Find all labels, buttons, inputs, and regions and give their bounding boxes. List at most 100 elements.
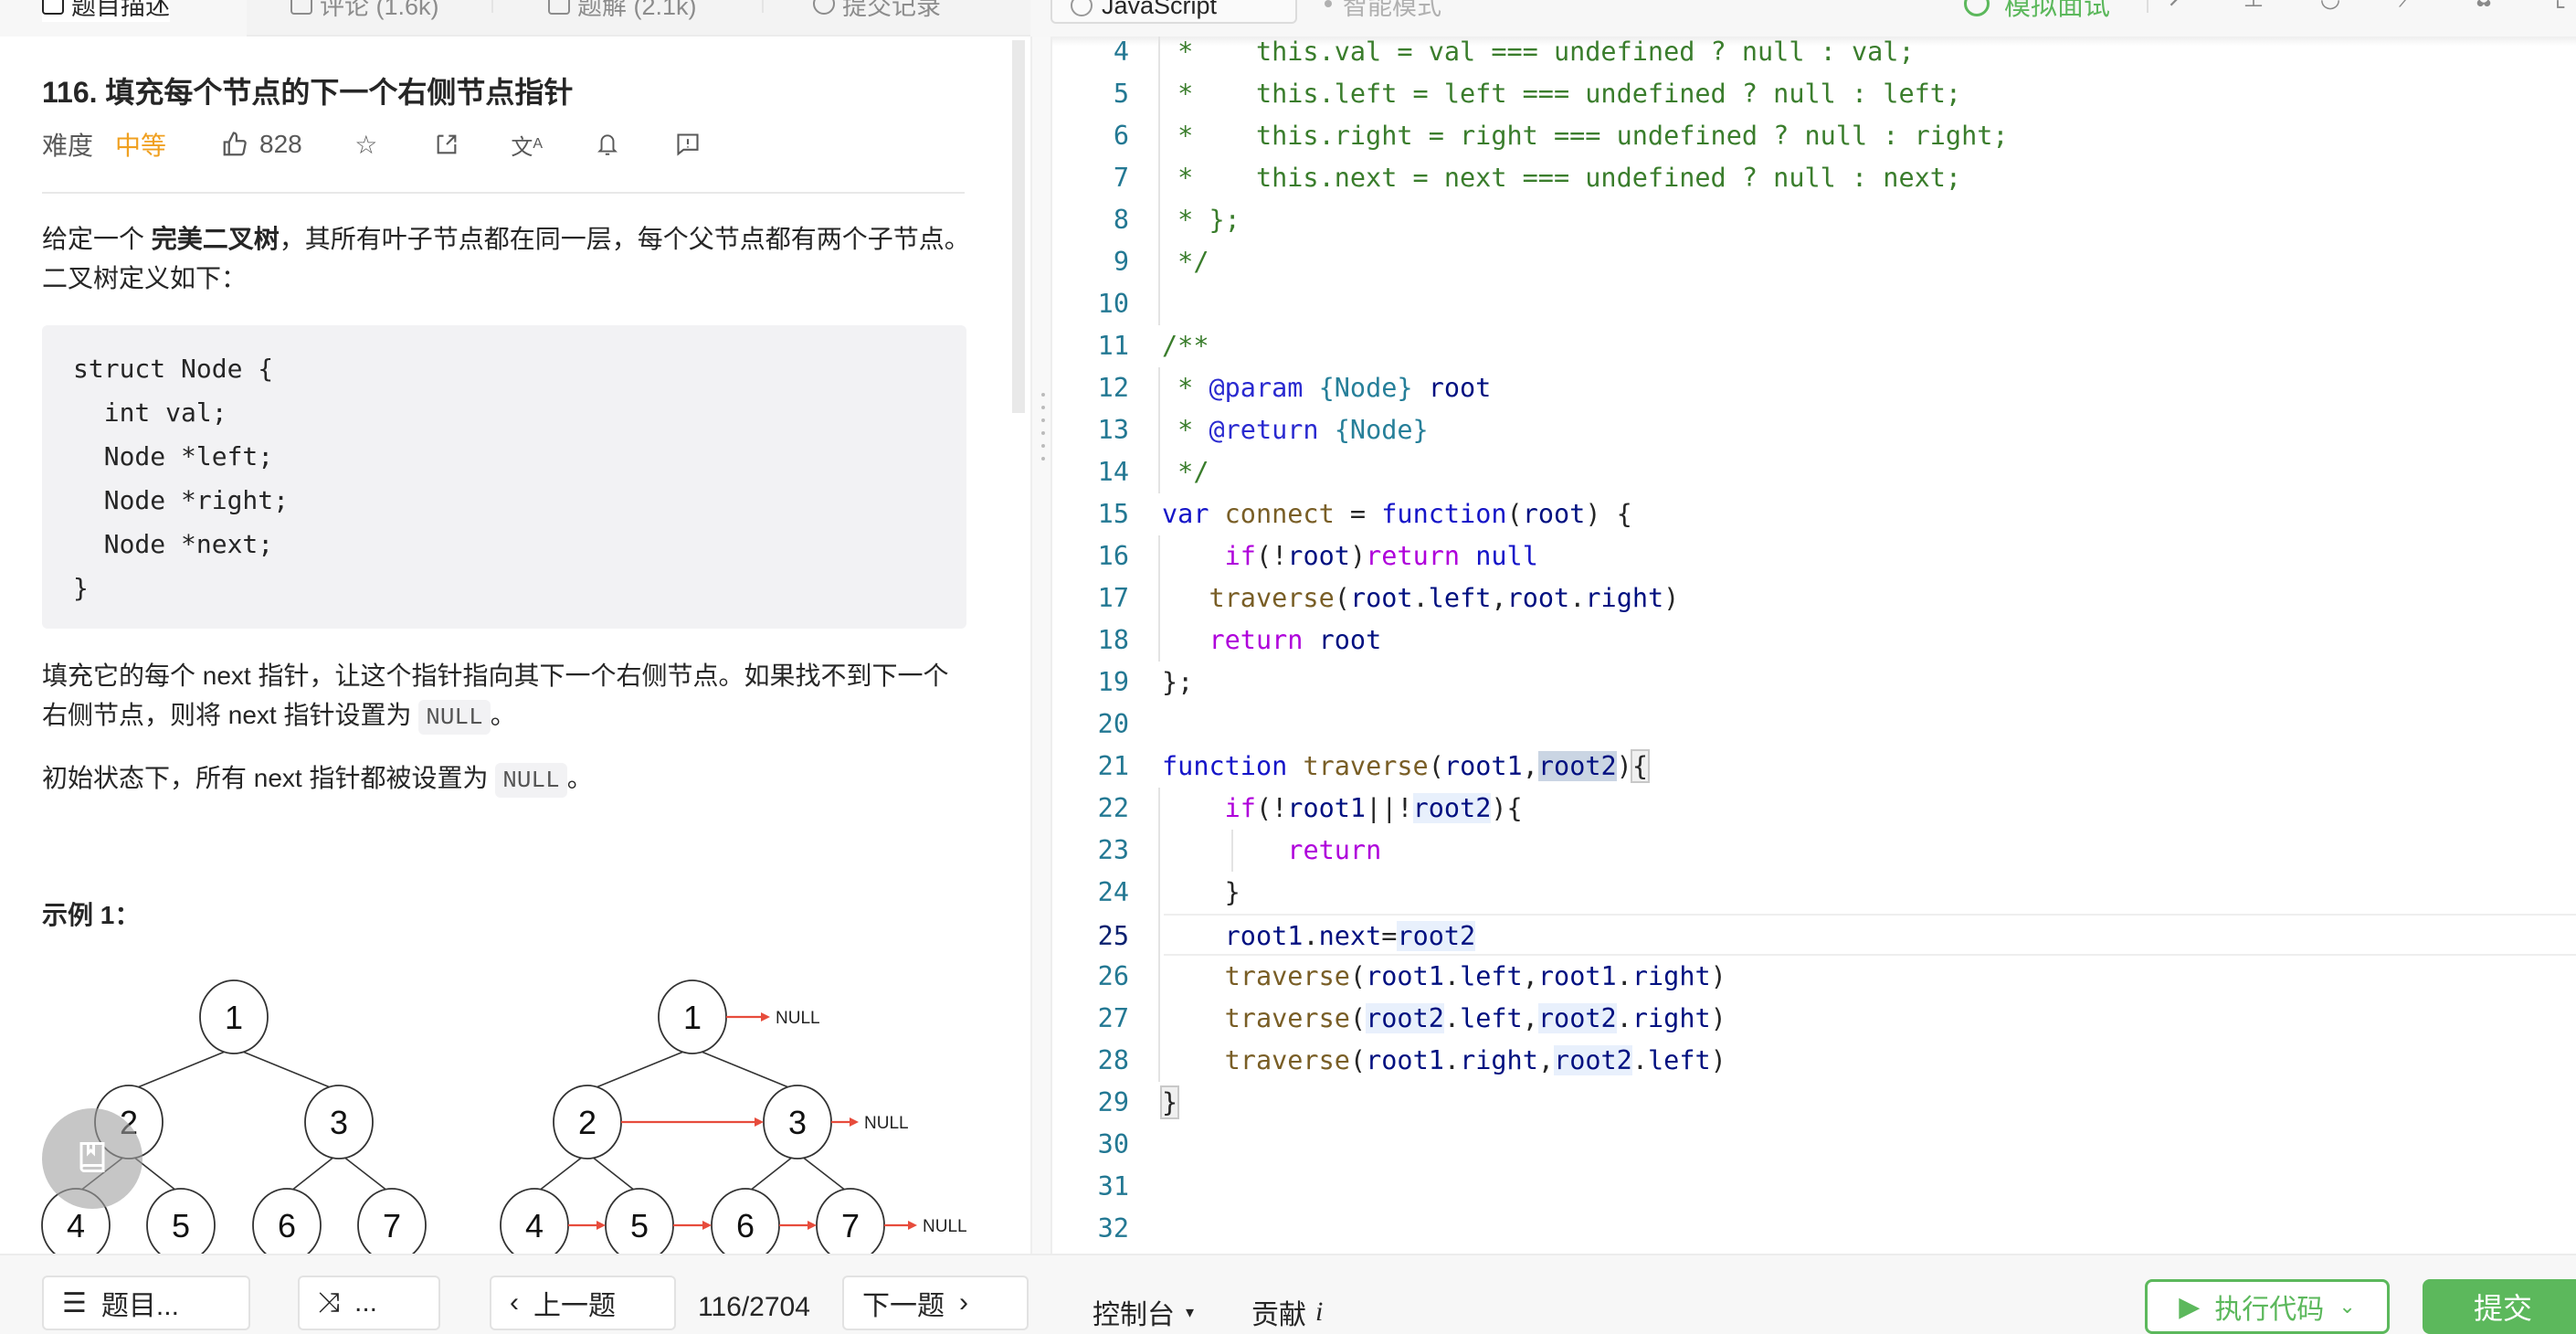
random-problem-button[interactable]: ⤨ ... (298, 1276, 440, 1330)
info-icon (1071, 0, 1093, 16)
line-number: 20 (1097, 709, 1129, 739)
code-line[interactable]: 9 */ (1052, 241, 2576, 283)
code-text: */ (1162, 457, 1209, 487)
chevron-left-icon: ‹ (510, 1287, 519, 1318)
code-line[interactable]: 5 * this.left = left === undefined ? nul… (1052, 73, 2576, 115)
code-line[interactable]: 6 * this.right = right === undefined ? n… (1052, 115, 2576, 157)
code-line[interactable]: 15 var connect = function(root) { (1052, 493, 2576, 535)
reset-icon[interactable]: ◡ (2318, 0, 2342, 10)
code-line[interactable]: 32 (1052, 1208, 2576, 1250)
random-label: ... (354, 1287, 378, 1318)
tree-edge (797, 1152, 851, 1195)
tab-description[interactable]: 题目描述 (42, 0, 170, 22)
code-line[interactable]: 21 function traverse(root1,root2){ (1052, 746, 2576, 788)
code-line[interactable]: 10 (1052, 283, 2576, 325)
share-icon[interactable] (430, 128, 463, 161)
intro-bold: 完美二叉树 (151, 225, 280, 253)
code-line[interactable]: 4 * this.val = val === undefined ? null … (1052, 37, 2576, 73)
smart-mode-toggle[interactable]: 智能模式 (1325, 0, 1441, 22)
null-label: NULL (776, 1009, 820, 1028)
tree-node-label: 7 (841, 1207, 860, 1244)
next-label: 下一题 (862, 1291, 945, 1321)
like-button[interactable]: 828 (221, 130, 302, 159)
inline-code: NULL (495, 763, 567, 798)
comment-icon (290, 0, 312, 15)
feedback-icon[interactable] (671, 128, 704, 161)
divider (42, 192, 965, 194)
code-line[interactable]: 18 return root (1052, 619, 2576, 662)
tab-submissions[interactable]: 提交记录 (813, 0, 941, 22)
tree-edge (586, 1047, 693, 1092)
fullscreen-icon[interactable]: ⌞ (2549, 0, 2572, 10)
mock-interview-button[interactable]: 模拟面试 (1964, 0, 2110, 22)
contribute-button[interactable]: 贡献 i (1251, 1292, 1323, 1332)
problem-list-label: 题目... (100, 1291, 179, 1321)
code-line[interactable]: 20 (1052, 704, 2576, 746)
language-select[interactable]: JavaScript (1050, 0, 1297, 24)
code-line[interactable]: 8 * }; (1052, 199, 2576, 241)
code-line[interactable]: 28 traverse(root1.right,root2.left) (1052, 1040, 2576, 1082)
code-line[interactable]: 14 */ (1052, 451, 2576, 493)
code-text: */ (1162, 247, 1209, 277)
null-label: NULL (923, 1217, 967, 1236)
tab-solutions[interactable]: 题解 (2.1k) (548, 0, 697, 22)
indent-guide (1158, 788, 1160, 1082)
contribute-label: 贡献 (1251, 1300, 1306, 1330)
code-line[interactable]: 30 (1052, 1124, 2576, 1166)
like-count: 828 (259, 130, 302, 158)
panel-resize-handle[interactable] (1030, 37, 1052, 1254)
code-line[interactable]: 19}; (1052, 662, 2576, 704)
line-number: 29 (1097, 1087, 1129, 1117)
line-number: 11 (1097, 331, 1129, 361)
code-line[interactable]: 13 * @return {Node} (1052, 409, 2576, 451)
settings-icon[interactable]: ✿ (2472, 0, 2496, 10)
pin-icon[interactable]: ⊥ (2242, 0, 2265, 10)
line-number: 19 (1097, 667, 1129, 697)
code-text: if(!root)return null (1224, 541, 1538, 571)
translate-icon[interactable]: 文A (511, 128, 544, 161)
line-number: 10 (1097, 289, 1129, 319)
notes-floating-button[interactable] (42, 1108, 143, 1209)
problem-paragraph-next: 填充它的每个 next 指针，让这个指针指向其下一个右侧节点。如果找不到下一个右… (42, 656, 974, 737)
code-line[interactable]: 22 if(!root1||!root2){ (1052, 788, 2576, 830)
history-icon (813, 0, 835, 15)
line-number: 21 (1097, 751, 1129, 781)
problem-list-button[interactable]: ☰ 题目... (42, 1276, 250, 1330)
caret-down-icon: ▾ (1186, 1302, 1195, 1321)
code-line[interactable]: 26 traverse(root1.left,root1.right) (1052, 956, 2576, 998)
run-code-button[interactable]: ▶ 执行代码 ⌄ (2145, 1279, 2390, 1334)
code-line[interactable]: 29} (1052, 1082, 2576, 1124)
prev-problem-button[interactable]: ‹ 上一题 (490, 1276, 676, 1330)
example-diagram: 12 34 5 6 712 34 5 6 7NULLNULLNULL (41, 979, 967, 1254)
redo-icon[interactable]: ↗ (2165, 0, 2189, 10)
tree-edge (533, 1152, 588, 1195)
star-icon[interactable]: ☆ (350, 128, 383, 161)
code-line[interactable]: 17 traverse(root.left,root.right) (1052, 577, 2576, 619)
code-line[interactable]: 16 if(!root)return null (1052, 535, 2576, 577)
code-line[interactable]: 23 return (1052, 830, 2576, 872)
submit-button[interactable]: 提交 (2423, 1279, 2576, 1334)
line-number: 25 (1097, 921, 1129, 951)
code-text: return (1287, 835, 1382, 865)
problem-meta: 难度 中等 828 ☆ 文A (42, 126, 704, 163)
code-line[interactable]: 31 (1052, 1166, 2576, 1208)
arrow-head (850, 1117, 859, 1127)
code-line[interactable]: 12 * @param {Node} root (1052, 367, 2576, 409)
console-toggle[interactable]: 控制台 ▾ (1093, 1292, 1194, 1332)
scrollbar[interactable] (1012, 40, 1025, 413)
code-line[interactable]: 11 /** (1052, 325, 2576, 367)
code-line[interactable]: 7 * this.next = next === undefined ? nul… (1052, 157, 2576, 199)
code-line[interactable]: 25 root1.next=root2 (1098, 914, 2576, 956)
tree-node-label: 7 (383, 1207, 401, 1244)
bell-icon[interactable] (591, 128, 624, 161)
code-line[interactable]: 24 } (1052, 872, 2576, 914)
language-label: JavaScript (1102, 0, 1218, 19)
code-line[interactable]: 27 traverse(root2.left,root2.right) (1052, 998, 2576, 1040)
line-number: 24 (1097, 877, 1129, 907)
code-text: * @return {Node} (1162, 415, 1429, 445)
terminal-icon[interactable]: ⟋ (2395, 0, 2419, 10)
tab-comments[interactable]: 评论 (1.6k) (290, 0, 439, 22)
next-problem-button[interactable]: 下一题 › (842, 1276, 1029, 1330)
code-editor[interactable]: 4 * this.val = val === undefined ? null … (1052, 37, 2576, 1254)
line-number: 13 (1097, 415, 1129, 445)
